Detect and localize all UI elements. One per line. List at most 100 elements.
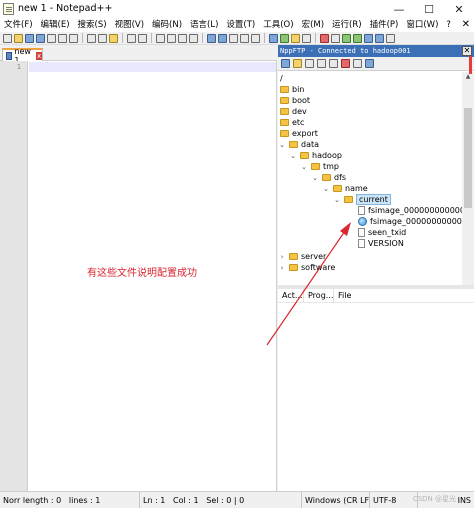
record-macro-icon[interactable] (320, 33, 329, 43)
scroll-thumb[interactable] (464, 108, 472, 208)
menu-plugins[interactable]: 插件(P) (366, 18, 403, 32)
upload-icon[interactable] (317, 59, 326, 68)
status-encoding[interactable]: UTF-8 (370, 491, 418, 508)
tree-folder-software[interactable]: › software (278, 262, 336, 273)
tree-folder-dfs[interactable]: ⌄ dfs (311, 172, 346, 183)
tree-file-fsimage-2[interactable]: fsimage_0000000000000 (358, 216, 462, 227)
settings-icon[interactable] (353, 59, 362, 68)
save-macro-icon[interactable] (364, 33, 373, 43)
tab-close-icon[interactable]: x (36, 51, 43, 60)
paste-icon[interactable] (109, 33, 118, 43)
menu-language[interactable]: 语言(L) (186, 18, 222, 32)
indent-guide-icon[interactable] (251, 33, 260, 43)
nppftp-close-button[interactable]: ✕ (462, 46, 472, 56)
cut-icon[interactable] (87, 33, 96, 43)
scroll-up-icon[interactable]: ▲ (462, 72, 474, 82)
redo-icon[interactable] (138, 33, 147, 43)
tree-file-version[interactable]: VERSION (358, 238, 404, 249)
close-document-button[interactable]: ✕ (462, 18, 470, 32)
menu-file[interactable]: 文件(F) (0, 18, 37, 32)
chevron-right-icon[interactable]: › (278, 264, 286, 272)
tree-file-fsimage-1[interactable]: fsimage_0000000000000 (358, 205, 462, 216)
minimize-button[interactable]: — (384, 0, 414, 18)
tree-folder-hadoop[interactable]: ⌄ hadoop (289, 150, 342, 161)
folder-workspace-icon[interactable] (291, 33, 300, 43)
tree-folder-name[interactable]: ⌄ name (322, 183, 368, 194)
save-icon[interactable] (25, 33, 34, 43)
queue-col-file[interactable]: File (334, 289, 474, 303)
message-window-icon[interactable] (365, 59, 374, 68)
print-icon[interactable] (69, 33, 78, 43)
save-all-icon[interactable] (36, 33, 45, 43)
folder-icon (333, 185, 342, 192)
doc-map-icon[interactable] (269, 33, 278, 43)
chevron-down-icon[interactable]: ⌄ (333, 196, 341, 204)
chevron-down-icon[interactable]: ⌄ (278, 141, 286, 149)
zoom-in-icon[interactable] (178, 33, 187, 43)
function-list-icon[interactable] (280, 33, 289, 43)
refresh-icon[interactable] (329, 59, 338, 68)
nppftp-toggle-icon[interactable] (375, 33, 384, 43)
replace-icon[interactable] (167, 33, 176, 43)
monitoring-icon[interactable] (302, 33, 311, 43)
run-macro-multiple-icon[interactable] (353, 33, 362, 43)
menu-edit[interactable]: 编辑(E) (37, 18, 74, 32)
folder-icon (289, 141, 298, 148)
copy-icon[interactable] (98, 33, 107, 43)
tree-folder-export[interactable]: export (280, 128, 318, 139)
menu-settings[interactable]: 设置(T) (222, 18, 259, 32)
play-macro-icon[interactable] (342, 33, 351, 43)
chevron-down-icon[interactable]: ⌄ (300, 163, 308, 171)
chevron-down-icon[interactable]: ⌄ (322, 185, 330, 193)
abort-icon[interactable] (341, 59, 350, 68)
tree-folder-data[interactable]: ⌄ data (278, 139, 319, 150)
new-file-icon[interactable] (3, 33, 12, 43)
menu-macro[interactable]: 宏(M) (298, 18, 328, 32)
menu-window[interactable]: 窗口(W) (402, 18, 442, 32)
tree-folder-server[interactable]: › server (278, 251, 327, 262)
menu-run[interactable]: 运行(R) (328, 18, 366, 32)
open-directory-icon[interactable] (293, 59, 302, 68)
connect-icon[interactable] (281, 59, 290, 68)
close-window-button[interactable]: ✕ (444, 0, 474, 18)
close-file-icon[interactable] (47, 33, 56, 43)
tab-new-1[interactable]: new 1 x (2, 47, 43, 65)
find-icon[interactable] (156, 33, 165, 43)
undo-icon[interactable] (127, 33, 136, 43)
menu-encoding[interactable]: 编码(N) (148, 18, 186, 32)
tree-folder-dev[interactable]: dev (280, 106, 307, 117)
download-icon[interactable] (305, 59, 314, 68)
word-wrap-icon[interactable] (229, 33, 238, 43)
show-all-chars-icon[interactable] (240, 33, 249, 43)
close-all-icon[interactable] (58, 33, 67, 43)
zoom-out-icon[interactable] (189, 33, 198, 43)
tree-file-seen-txid[interactable]: seen_txid (358, 227, 406, 238)
maximize-button[interactable]: ☐ (414, 0, 444, 18)
editor-area[interactable]: 1 有这些文件说明配置成功 (0, 61, 277, 491)
chevron-down-icon[interactable]: ⌄ (289, 152, 297, 160)
remote-file-tree[interactable]: / bin boot dev etc export ⌄ data ⌄ hadoo… (278, 72, 462, 312)
tree-folder-boot[interactable]: boot (280, 95, 310, 106)
tree-folder-tmp[interactable]: ⌄ tmp (300, 161, 339, 172)
menu-help[interactable]: ? (442, 18, 455, 32)
plugin-icon[interactable] (386, 33, 395, 43)
queue-col-progress[interactable]: Prog... (304, 288, 334, 303)
sync-horizontal-icon[interactable] (218, 33, 227, 43)
tree-folder-bin[interactable]: bin (280, 84, 304, 95)
open-file-icon[interactable] (14, 33, 23, 43)
chevron-right-icon[interactable]: › (278, 253, 286, 261)
status-sel: Sel : 0 | 0 (206, 495, 245, 505)
tree-folder-etc[interactable]: etc (280, 117, 304, 128)
tree-vertical-scrollbar[interactable]: ▲ ▼ (462, 72, 474, 312)
tree-root[interactable]: / (280, 73, 283, 84)
menu-tools[interactable]: 工具(O) (259, 18, 297, 32)
nppftp-panel: NppFTP - Connected to hadoop001 ✕ / bin … (278, 45, 474, 491)
queue-col-action[interactable]: Act... (278, 288, 304, 303)
sync-vertical-icon[interactable] (207, 33, 216, 43)
menu-search[interactable]: 搜索(S) (74, 18, 111, 32)
stop-macro-icon[interactable] (331, 33, 340, 43)
chevron-down-icon[interactable]: ⌄ (311, 174, 319, 182)
tree-folder-current[interactable]: ⌄ current (333, 194, 391, 205)
menu-view[interactable]: 视图(V) (111, 18, 148, 32)
status-eol[interactable]: Windows (CR LF) (302, 491, 370, 508)
